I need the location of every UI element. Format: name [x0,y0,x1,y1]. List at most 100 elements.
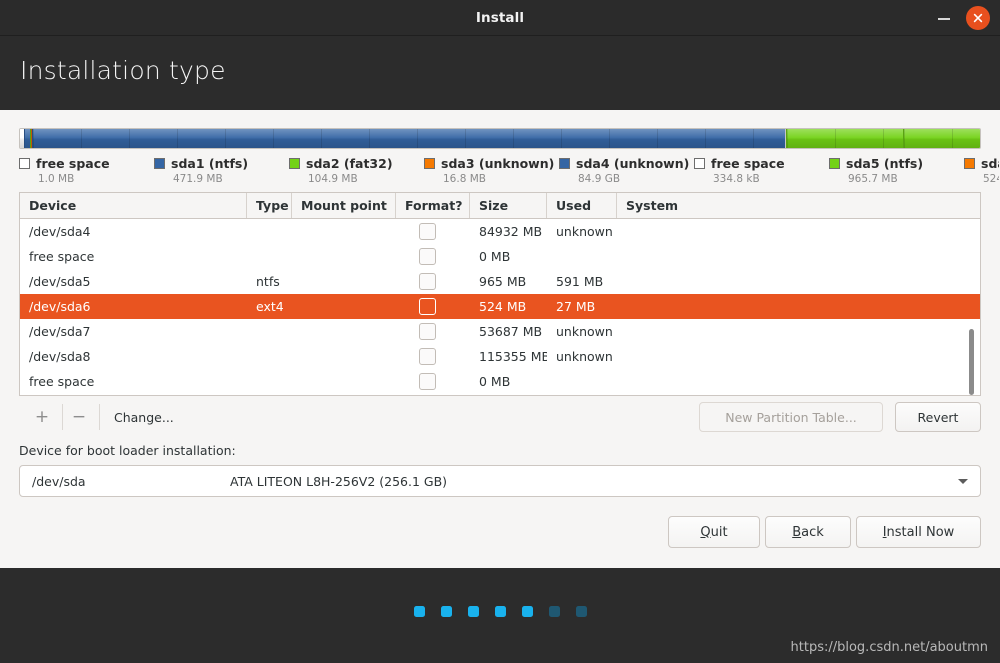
cell-size: 53687 MB [479,324,543,339]
back-mnemonic: B [792,524,802,540]
cell-type: ext4 [256,299,284,314]
bootloader-label: Device for boot loader installation: [19,443,236,458]
table-row[interactable]: free space 0 MB [20,244,980,269]
column-header-type[interactable]: Type [247,193,292,218]
partition-usage-bar[interactable] [19,128,981,149]
legend-size: 84.9 GB [578,173,621,185]
progress-dot [521,606,533,617]
remove-partition-button[interactable]: − [66,402,92,432]
column-header-size[interactable]: Size [470,193,547,218]
legend-size: 965.7 MB [848,173,898,185]
cell-used: 591 MB [556,274,604,289]
legend-swatch-icon [424,157,435,169]
progress-dots [0,606,1000,617]
legend-size: 334.8 kB [713,173,760,185]
table-header-row: Device Type Mount point Format? Size Use… [20,193,980,219]
format-checkbox[interactable] [419,348,436,365]
format-checkbox[interactable] [419,248,436,265]
change-partition-button[interactable]: Change... [114,402,204,432]
progress-dot [575,606,587,617]
table-row[interactable]: /dev/sda7 53687 MB unknown [20,319,980,344]
legend-label: sda4 (unknown) [576,155,690,171]
legend-label: sda3 (unknown) [441,155,555,171]
legend-size: 471.9 MB [173,173,223,185]
table-scrollbar[interactable] [965,219,977,395]
partition-toolbar: + − Change... New Partition Table... Rev… [19,402,981,434]
install-window: Install Installation type free space 1.0 … [0,0,1000,663]
format-checkbox[interactable] [419,373,436,390]
table-row[interactable]: /dev/sda5 ntfs 965 MB 591 MB [20,269,980,294]
format-checkbox[interactable] [419,323,436,340]
window-title: Install [475,10,525,26]
legend-swatch-icon [694,157,705,169]
close-icon[interactable] [966,6,990,30]
quit-mnemonic: Q [700,524,711,540]
legend-label: free space [36,155,110,171]
cell-format[interactable] [396,373,470,390]
partition-legend: free space 1.0 MB sda1 (ntfs) 471.9 MB sda2 … [19,154,999,188]
cell-type: ntfs [256,274,280,289]
install-label-rest: nstall Now [886,524,955,540]
column-header-format[interactable]: Format? [396,193,470,218]
legend-item: free space 1.0 MB [19,154,154,188]
legend-item: free space 334.8 kB [694,154,829,188]
partition-segment-sda4[interactable] [31,129,785,148]
cell-size: 0 MB [479,249,511,264]
minimize-icon[interactable] [936,11,952,25]
legend-label: sda5 (ntfs) [846,155,924,171]
cell-device: /dev/sda6 [29,299,91,314]
cell-format[interactable] [396,348,470,365]
cell-format[interactable] [396,223,470,240]
page-title: Installation type [20,56,226,85]
column-header-used[interactable]: Used [547,193,617,218]
cell-size: 115355 MB [479,349,547,364]
cell-used: unknown [556,324,613,339]
table-row[interactable]: /dev/sda6 ext4 524 MB 27 MB [20,294,980,319]
legend-label: free space [711,155,785,171]
revert-button[interactable]: Revert [895,402,981,432]
bootloader-device-select[interactable]: /dev/sda ATA LITEON L8H-256V2 (256.1 GB) [19,465,981,497]
cell-format[interactable] [396,298,470,315]
watermark-text: https://blog.csdn.net/aboutmn [790,640,988,655]
column-header-system[interactable]: System [617,193,980,218]
cell-format[interactable] [396,248,470,265]
toolbar-divider [62,404,63,430]
cell-format[interactable] [396,273,470,290]
back-button[interactable]: Back [765,516,851,548]
legend-swatch-icon [19,157,30,169]
cell-used: unknown [556,349,613,364]
table-scrollbar-thumb[interactable] [969,329,974,395]
cell-device: free space [29,374,95,389]
format-checkbox[interactable] [419,298,436,315]
cell-size: 965 MB [479,274,527,289]
table-row[interactable]: /dev/sda4 84932 MB unknown [20,219,980,244]
column-header-mount-point[interactable]: Mount point [292,193,396,218]
progress-dot [494,606,506,617]
main-content: free space 1.0 MB sda1 (ntfs) 471.9 MB sda2 … [0,110,1000,568]
new-partition-table-button[interactable]: New Partition Table... [699,402,883,432]
add-partition-button[interactable]: + [29,402,55,432]
column-header-device[interactable]: Device [20,193,247,218]
partition-segment-sda5[interactable] [785,129,903,148]
table-row[interactable]: /dev/sda8 115355 MB unknown [20,344,980,369]
format-checkbox[interactable] [419,273,436,290]
back-label-rest: ack [801,524,824,540]
cell-device: /dev/sda5 [29,274,91,289]
quit-button[interactable]: Quit [668,516,760,548]
legend-item: sda1 (ntfs) 471.9 MB [154,154,289,188]
legend-item: sda6 (ext 524.3 MB [964,154,999,188]
cell-format[interactable] [396,323,470,340]
progress-dot [413,606,425,617]
bootloader-device-description: ATA LITEON L8H-256V2 (256.1 GB) [230,473,448,489]
quit-label-rest: uit [710,524,728,540]
cell-device: /dev/sda8 [29,349,91,364]
partition-segment-sda6[interactable] [902,129,980,148]
cell-size: 0 MB [479,374,511,389]
progress-dot [467,606,479,617]
legend-swatch-icon [289,157,300,169]
partition-table[interactable]: Device Type Mount point Format? Size Use… [19,192,981,396]
table-row[interactable]: free space 0 MB [20,369,980,394]
format-checkbox[interactable] [419,223,436,240]
cell-device: free space [29,249,95,264]
install-now-button[interactable]: Install Now [856,516,981,548]
